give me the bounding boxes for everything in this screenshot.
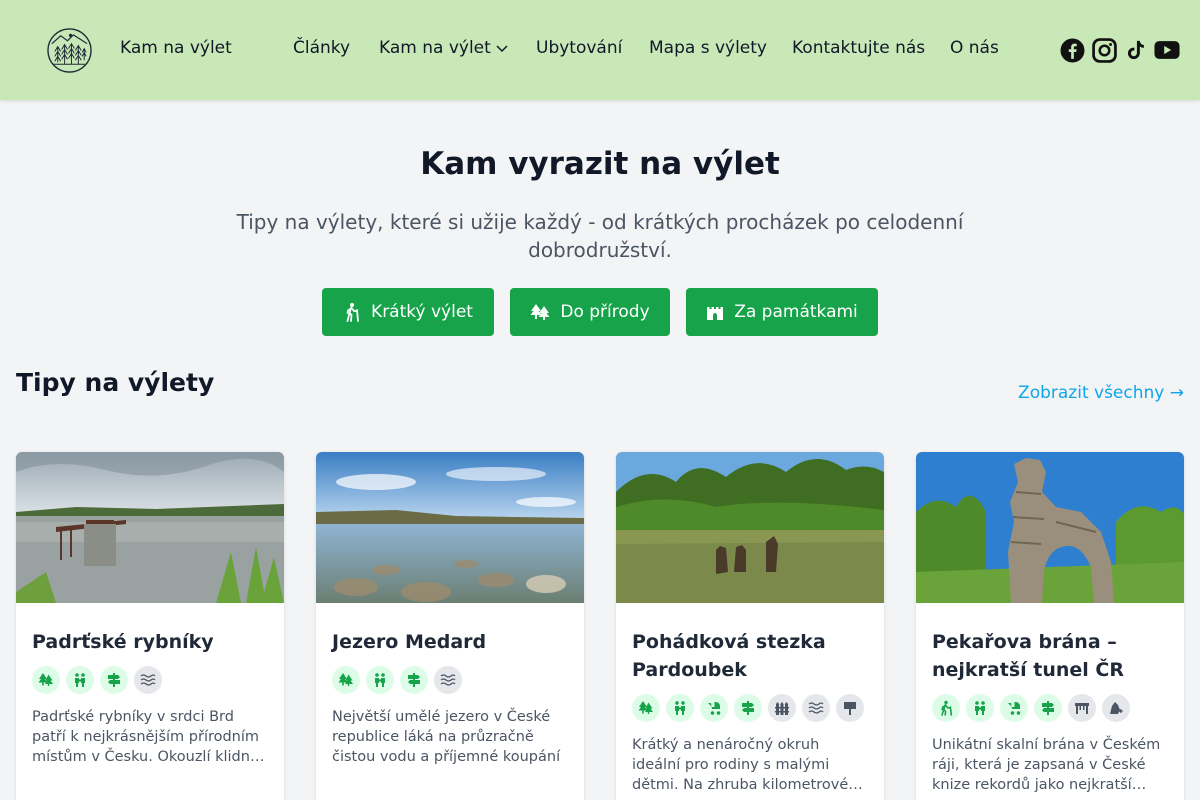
nav-label: O nás (950, 38, 999, 58)
hiker-icon (346, 303, 359, 322)
nature-label: Do přírody (560, 302, 650, 322)
family-icon (66, 666, 94, 694)
nav-label: Kontaktujte nás (792, 38, 926, 58)
nav-label: Články (293, 38, 351, 58)
trip-card[interactable]: Pekařova brána – nejkratší tunel ČR Unik… (916, 452, 1184, 800)
card-description: Krátký a nenáročný okruh ideální pro rod… (632, 737, 849, 793)
card-tags (932, 694, 1168, 722)
nav-item-ubytovani[interactable]: Ubytování (536, 38, 622, 58)
card-tags (632, 694, 868, 722)
family-icon (966, 694, 994, 722)
trees-icon (632, 694, 660, 722)
nav-label: Mapa s výlety (649, 38, 767, 58)
card-description: Padrťské rybníky v srdci Brd patří k nej… (32, 709, 268, 765)
short-trip-label: Krátký výlet (371, 302, 473, 322)
signpost-icon (100, 666, 128, 694)
see-all-link[interactable]: Zobrazit všechny → (1018, 383, 1184, 403)
nav-item-kontakt[interactable]: Kontaktujte nás (792, 38, 925, 58)
trees-icon (32, 666, 60, 694)
bridge-icon (1068, 694, 1096, 722)
trip-card[interactable]: Pohádková stezka Pardoubek Krátký a nená… (616, 452, 884, 800)
nav-item-kam-na-vylet[interactable]: Kam na výlet (379, 38, 509, 58)
tiktok-icon[interactable] (1123, 37, 1149, 63)
card-image (16, 452, 284, 603)
card-title: Jezero Medard (332, 631, 487, 653)
site-header: Kam na výlet Články Kam na výlet Ubytová… (0, 0, 1200, 100)
nav-label: Kam na výlet (379, 38, 491, 58)
forest-logo-icon[interactable] (46, 27, 93, 74)
info-board-icon (836, 694, 864, 722)
nav-label: Ubytování (536, 38, 623, 58)
hero-title: Kam vyrazit na výlet (420, 146, 780, 182)
nature-button[interactable]: Do přírody (510, 288, 670, 336)
stroller-icon (1000, 694, 1028, 722)
monuments-button[interactable]: Za památkami (686, 288, 878, 336)
card-image (916, 452, 1184, 603)
chevron-down-icon (496, 45, 508, 53)
instagram-icon[interactable] (1091, 37, 1117, 63)
hero-subtitle: Tipy na výlety, které si užije každý - o… (236, 210, 964, 262)
water-icon (802, 694, 830, 722)
monuments-label: Za památkami (734, 302, 858, 322)
trees-icon (530, 304, 550, 320)
fence-icon (768, 694, 796, 722)
family-icon (366, 666, 394, 694)
trip-card[interactable]: Padrťské rybníky Padrťské rybníky v srdc… (16, 452, 284, 800)
water-icon (434, 666, 462, 694)
card-description: Největší umělé jezero v České republice … (332, 709, 561, 765)
brand-link[interactable]: Kam na výlet (120, 38, 232, 58)
nav-item-clanky[interactable]: Články (293, 38, 350, 58)
card-title: Pekařova brána – nejkratší tunel ČR (932, 631, 1124, 681)
card-image (316, 452, 584, 603)
stroller-icon (700, 694, 728, 722)
youtube-icon[interactable] (1154, 37, 1180, 63)
card-tags (32, 666, 268, 694)
section-title: Tipy na výlety (16, 368, 215, 397)
card-title: Pohádková stezka Pardoubek (632, 631, 826, 681)
short-trip-button[interactable]: Krátký výlet (322, 288, 494, 336)
facebook-icon[interactable] (1059, 37, 1085, 63)
castle-icon (707, 307, 724, 320)
card-tags (332, 666, 568, 694)
nav-item-o-nas[interactable]: O nás (950, 38, 999, 58)
water-icon (134, 666, 162, 694)
hiker-icon (932, 694, 960, 722)
card-description: Unikátní skalní brána v Českém ráji, kte… (932, 737, 1161, 793)
card-image (616, 452, 884, 603)
signpost-icon (400, 666, 428, 694)
trip-card[interactable]: Jezero Medard Největší umělé jezero v Če… (316, 452, 584, 800)
signpost-icon (734, 694, 762, 722)
signpost-icon (1034, 694, 1062, 722)
trees-icon (332, 666, 360, 694)
nav-item-mapa[interactable]: Mapa s výlety (649, 38, 767, 58)
rock-icon (1102, 694, 1130, 722)
family-icon (666, 694, 694, 722)
card-title: Padrťské rybníky (32, 631, 214, 653)
